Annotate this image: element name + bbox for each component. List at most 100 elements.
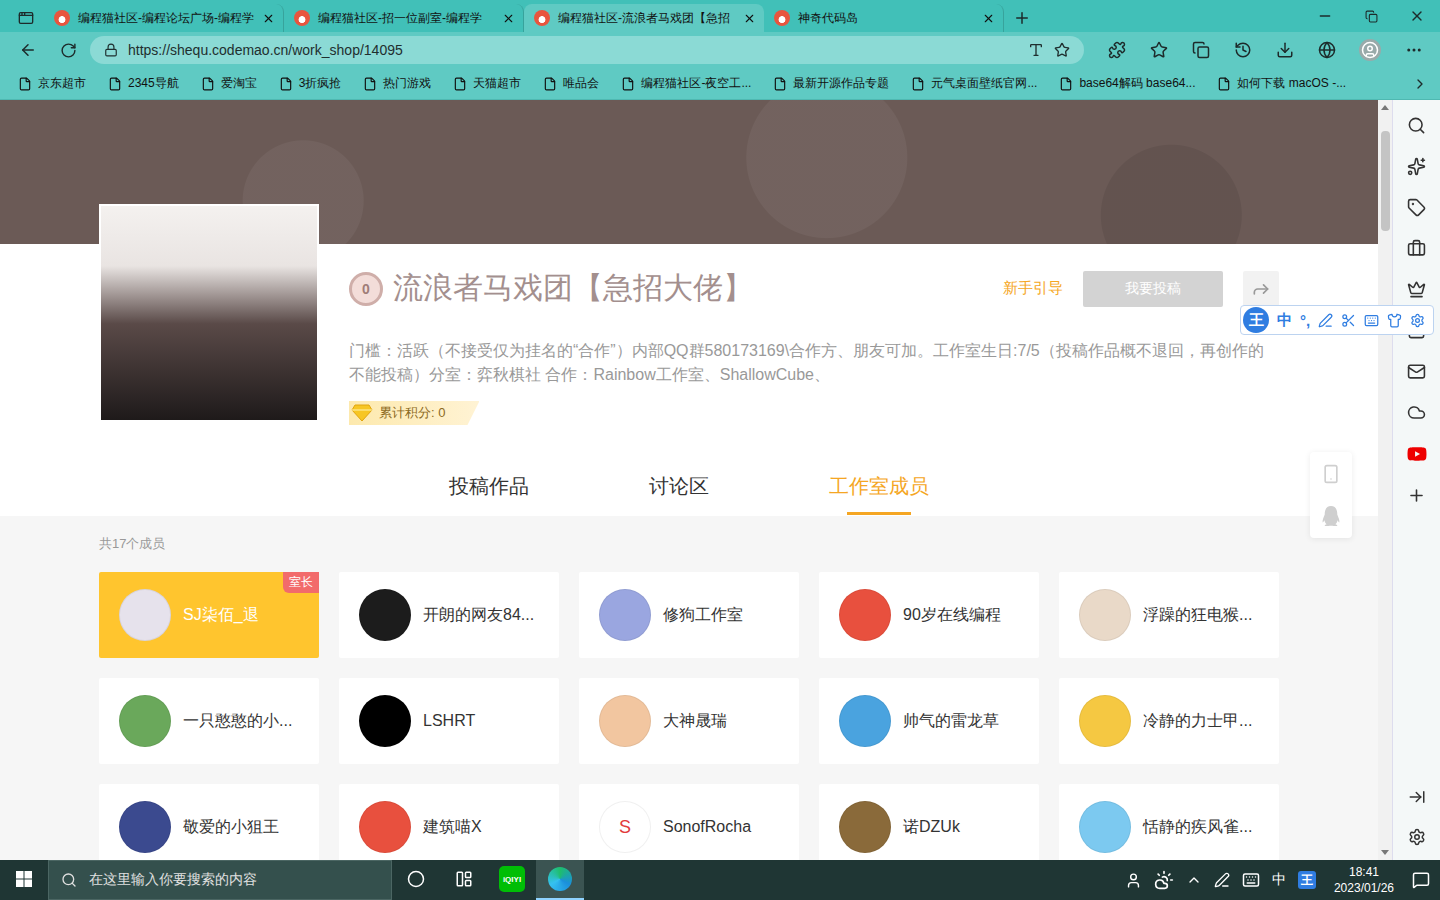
bookmark[interactable]: 编程猫社区-夜空工... [621, 75, 751, 92]
plus-icon[interactable] [1407, 486, 1426, 505]
scissors-icon[interactable] [1341, 313, 1356, 328]
collapse-sidebar-icon[interactable] [1408, 788, 1426, 806]
scroll-up-icon[interactable] [1381, 105, 1389, 110]
games-icon[interactable] [1407, 280, 1426, 299]
search-icon[interactable] [1407, 116, 1426, 135]
bookmark[interactable]: 天猫超市 [453, 75, 521, 92]
scrollbar[interactable] [1378, 100, 1392, 860]
bookmark[interactable]: 元气桌面壁纸官网... [911, 75, 1037, 92]
close-icon[interactable] [262, 12, 275, 25]
share-button[interactable] [1243, 271, 1279, 307]
ime-logo[interactable]: 王 [1298, 871, 1316, 889]
bookmarks-more[interactable] [1412, 76, 1428, 92]
people-icon[interactable] [1125, 872, 1142, 889]
browser-tab[interactable]: 神奇代码岛 [764, 4, 1004, 32]
member-card[interactable]: 诺DZUk [819, 784, 1039, 860]
add-favorite-icon[interactable] [1054, 42, 1070, 58]
bookmark[interactable]: 2345导航 [108, 75, 179, 92]
member-card[interactable]: SJ柒佰_退室长 [99, 572, 319, 658]
close-button[interactable] [1394, 0, 1440, 32]
submit-button[interactable]: 我要投稿 [1083, 271, 1223, 307]
minimize-button[interactable] [1302, 0, 1348, 32]
page-tab[interactable]: 讨论区 [649, 456, 709, 516]
close-icon[interactable] [743, 12, 756, 25]
member-card[interactable]: 修狗工作室 [579, 572, 799, 658]
member-card[interactable]: SSonofRocha [579, 784, 799, 860]
guide-link[interactable]: 新手引导 [1003, 279, 1063, 298]
qq-icon[interactable] [1321, 506, 1341, 526]
start-button[interactable] [0, 860, 48, 900]
task-view-button[interactable] [440, 860, 488, 900]
keyboard-icon[interactable] [1242, 871, 1260, 889]
bookmark[interactable]: 如何下载 macOS -... [1217, 75, 1346, 92]
menu-button[interactable] [1394, 36, 1434, 64]
bookmark[interactable]: 3折疯抢 [279, 75, 342, 92]
read-aloud-icon[interactable] [1028, 42, 1044, 58]
sparkles-icon[interactable] [1407, 157, 1426, 176]
ime-punct[interactable]: °, [1300, 312, 1310, 329]
pen-icon[interactable] [1214, 872, 1230, 888]
settings-icon[interactable] [1410, 313, 1425, 328]
bookmark[interactable]: base64解码 base64... [1059, 75, 1195, 92]
ime-mode[interactable]: 中 [1272, 871, 1286, 889]
bookmark[interactable]: 爱淘宝 [201, 75, 257, 92]
member-card[interactable]: 90岁在线编程 [819, 572, 1039, 658]
member-card[interactable]: 冷静的力士甲... [1059, 678, 1279, 764]
browser-tab[interactable]: 编程猫社区-招一位副室-编程学 [284, 4, 524, 32]
member-card[interactable]: 帅气的雷龙草 [819, 678, 1039, 764]
notification-icon[interactable] [1412, 871, 1430, 889]
scroll-down-icon[interactable] [1381, 850, 1389, 855]
profile-button[interactable] [1350, 36, 1390, 64]
bookmark[interactable]: 热门游戏 [363, 75, 431, 92]
cortana-button[interactable] [392, 860, 440, 900]
member-card[interactable]: 建筑喵X [339, 784, 559, 860]
close-icon[interactable] [502, 12, 515, 25]
keyboard-icon[interactable] [1364, 313, 1379, 328]
close-icon[interactable] [982, 12, 995, 25]
taskbar-search[interactable]: 在这里输入你要搜索的内容 [48, 860, 392, 900]
refresh-button[interactable] [50, 36, 86, 64]
member-card[interactable]: 恬静的疾风雀... [1059, 784, 1279, 860]
weather-icon[interactable] [1154, 870, 1174, 890]
phone-icon[interactable] [1321, 464, 1341, 484]
tab-actions[interactable] [8, 4, 44, 32]
page-tab[interactable]: 投稿作品 [449, 456, 529, 516]
edge-app[interactable] [536, 860, 584, 900]
ime-logo[interactable]: 王 [1243, 307, 1269, 333]
restore-button[interactable] [1348, 0, 1394, 32]
member-card[interactable]: 一只憨憨的小... [99, 678, 319, 764]
page-tab[interactable]: 工作室成员 [829, 456, 929, 516]
favorites-button[interactable] [1140, 36, 1178, 64]
settings-icon[interactable] [1408, 828, 1426, 846]
scroll-thumb[interactable] [1381, 131, 1390, 231]
ime-mode[interactable]: 中 [1277, 311, 1292, 330]
bookmark[interactable]: 京东超市 [18, 75, 86, 92]
member-card[interactable]: 开朗的网友84... [339, 572, 559, 658]
iqiyi-app[interactable]: iQIYI [488, 860, 536, 900]
tag-icon[interactable] [1407, 198, 1426, 217]
skin-icon[interactable] [1387, 313, 1402, 328]
clock[interactable]: 18:412023/01/26 [1328, 864, 1400, 896]
show-hidden-icon[interactable] [1186, 872, 1202, 888]
new-tab-button[interactable] [1004, 4, 1040, 32]
youtube-icon[interactable] [1407, 444, 1427, 464]
collections-button[interactable] [1182, 36, 1220, 64]
history-button[interactable] [1224, 36, 1262, 64]
bookmark[interactable]: 最新开源作品专题 [773, 75, 889, 92]
toolbox-icon[interactable] [1407, 239, 1426, 258]
outlook-icon[interactable] [1407, 362, 1426, 381]
member-card[interactable]: LSHRT [339, 678, 559, 764]
member-card[interactable]: 浮躁的狂电猴... [1059, 572, 1279, 658]
member-card[interactable]: 大神晟瑞 [579, 678, 799, 764]
member-card[interactable]: 敬爱的小狙王 [99, 784, 319, 860]
handwriting-icon[interactable] [1318, 313, 1333, 328]
back-button[interactable] [10, 36, 46, 64]
address-bar[interactable]: https://shequ.codemao.cn/work_shop/14095 [90, 36, 1084, 64]
browser-tab[interactable]: 编程猫社区-流浪者马戏团【急招 [524, 4, 764, 32]
extensions-button[interactable] [1098, 36, 1136, 64]
bookmark[interactable]: 唯品会 [543, 75, 599, 92]
downloads-button[interactable] [1266, 36, 1304, 64]
cloud-icon[interactable] [1407, 403, 1426, 422]
ie-mode-button[interactable] [1308, 36, 1346, 64]
browser-tab[interactable]: 编程猫社区-编程论坛广场-编程学 [44, 4, 284, 32]
